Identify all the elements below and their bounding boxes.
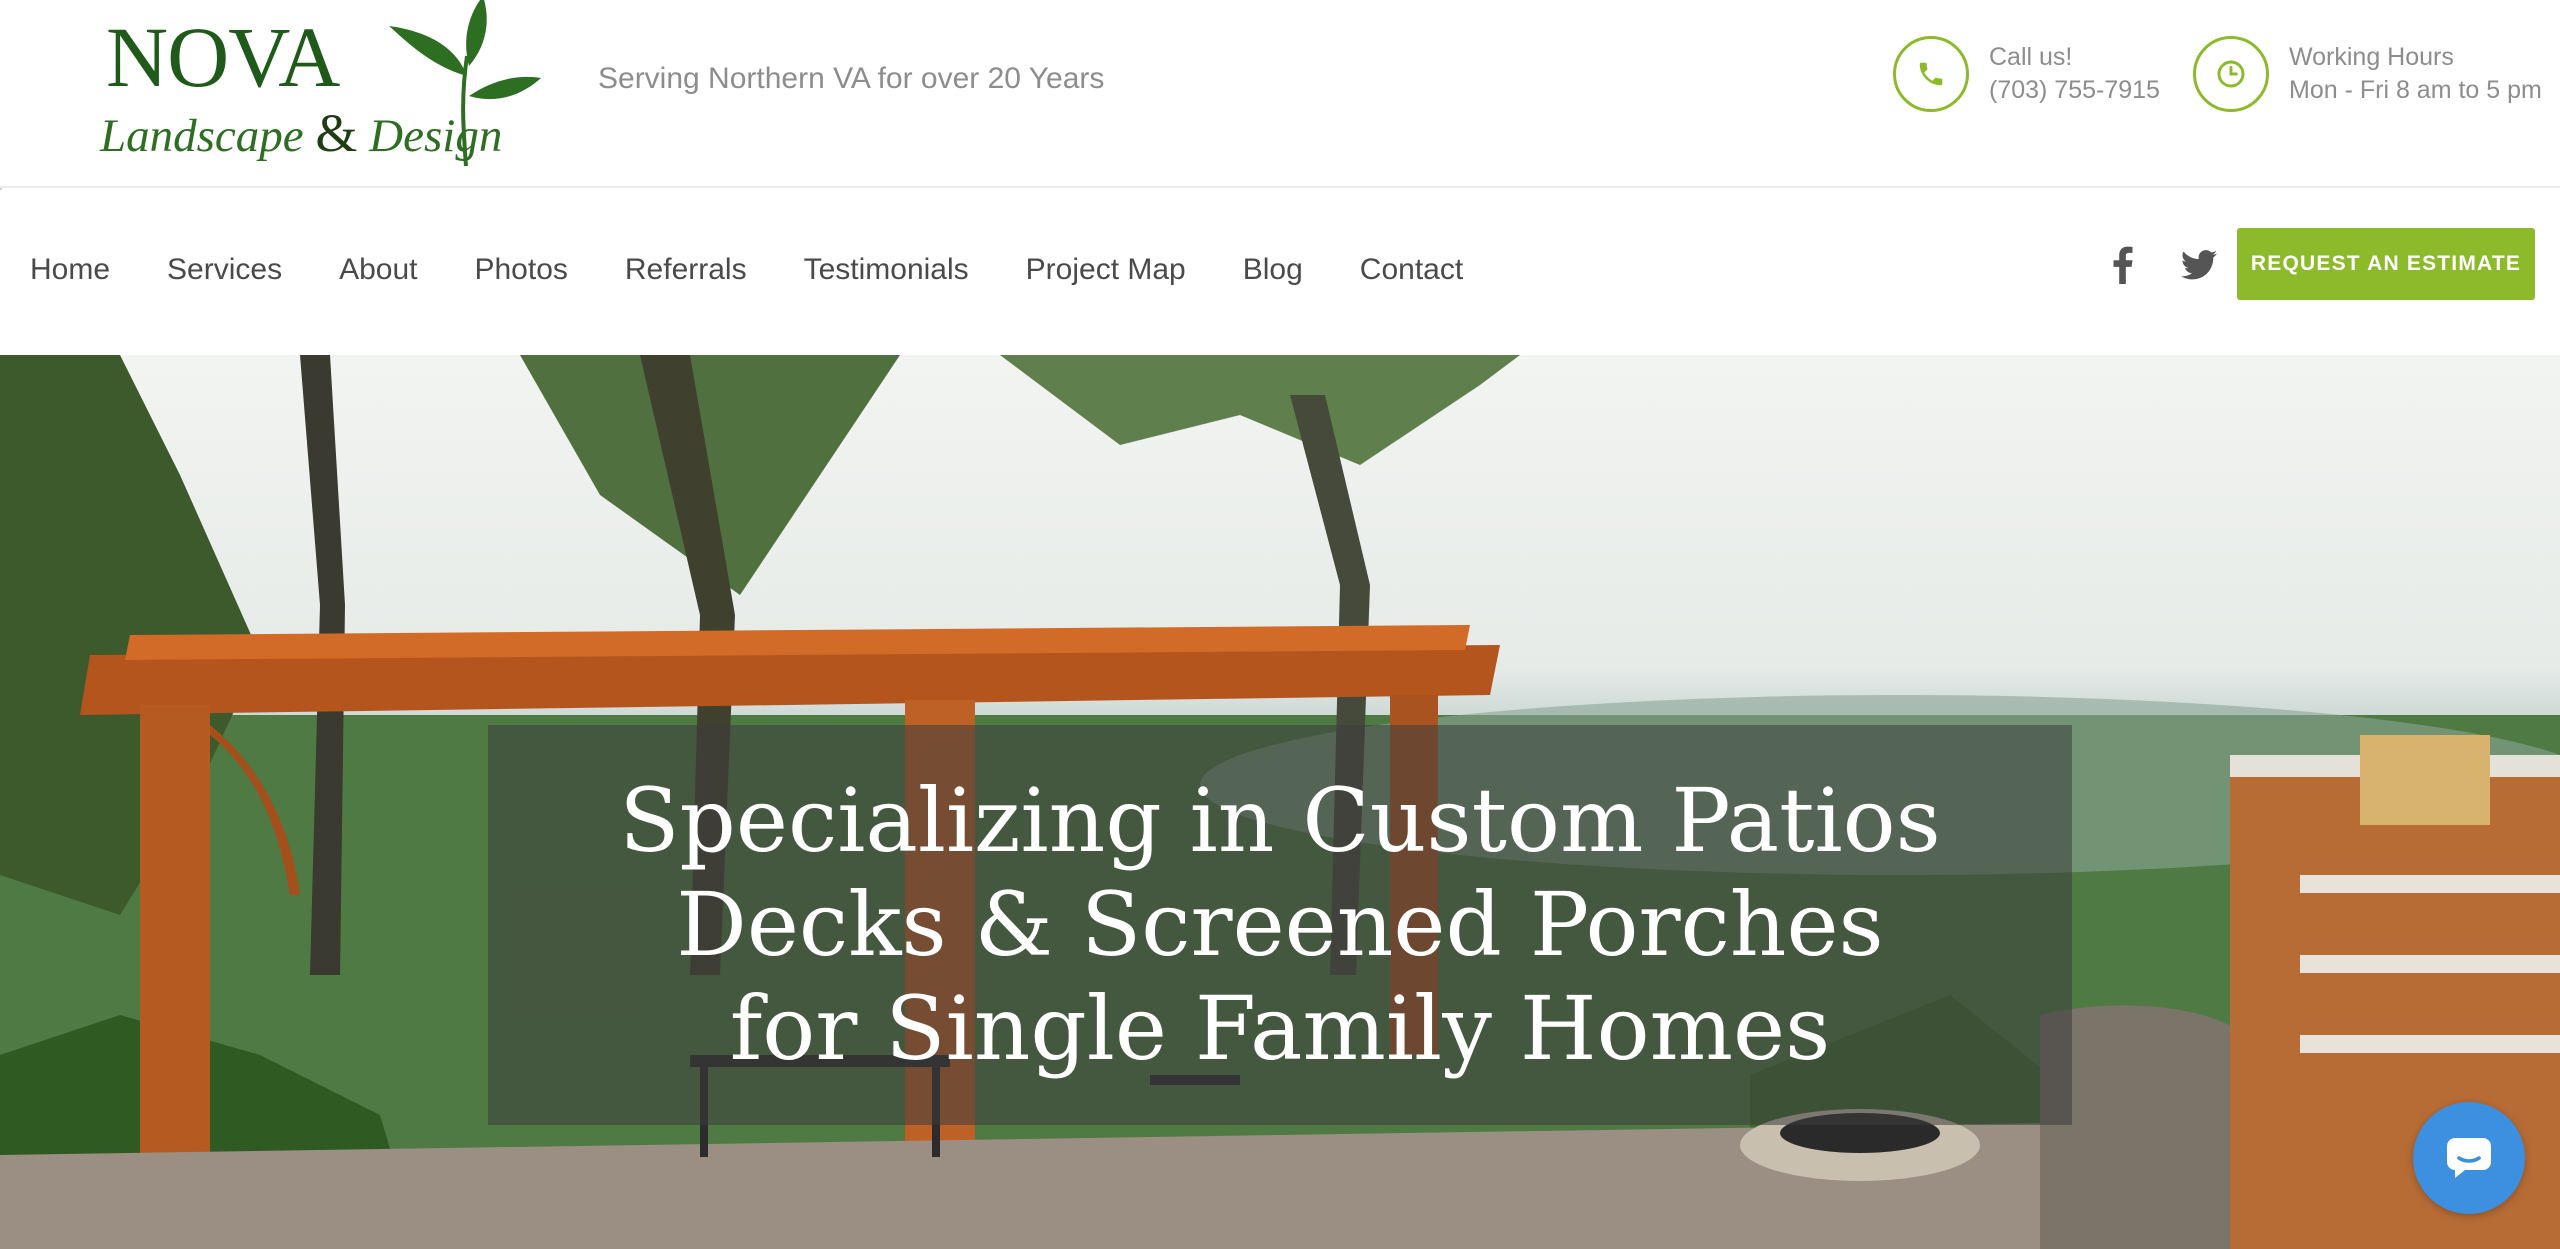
hours-info: Working Hours Mon - Fri 8 am to 5 pm: [2193, 36, 2542, 112]
logo-ampersand: &: [315, 103, 358, 163]
hero-caption-line-3: for Single Family Homes: [729, 977, 1831, 1080]
logo-subtitle-part1: Landscape: [100, 110, 316, 162]
main-nav: Home Services About Photos Referrals Tes…: [0, 190, 2560, 355]
hero-caption: Specializing in Custom Patios Decks & Sc…: [488, 725, 2072, 1125]
nav-item-about[interactable]: About: [339, 253, 417, 287]
nav-item-photos[interactable]: Photos: [474, 253, 567, 287]
site-header: NOVA Landscape & Design Serving Northern…: [0, 0, 2560, 188]
logo-subtitle: Landscape & Design: [100, 106, 502, 160]
twitter-icon[interactable]: [2176, 242, 2222, 288]
logo-wordmark: NOVA: [106, 9, 340, 105]
chat-bubble-icon: [2447, 1138, 2491, 1178]
site-tagline: Serving Northern VA for over 20 Years: [598, 62, 1105, 95]
hours-text: Working Hours Mon - Fri 8 am to 5 pm: [2289, 41, 2542, 107]
facebook-icon[interactable]: [2100, 242, 2146, 288]
hours-label: Working Hours: [2289, 43, 2454, 71]
nav-item-contact[interactable]: Contact: [1360, 253, 1463, 287]
nav-item-services[interactable]: Services: [167, 253, 282, 287]
nav-item-blog[interactable]: Blog: [1243, 253, 1303, 287]
nav-links: Home Services About Photos Referrals Tes…: [30, 190, 1520, 350]
call-label: Call us!: [1989, 43, 2073, 71]
nav-item-referrals[interactable]: Referrals: [625, 253, 747, 287]
hero-caption-line-2: Decks & Screened Porches: [676, 873, 1884, 976]
hero-banner: Specializing in Custom Patios Decks & Sc…: [0, 355, 2560, 1249]
chat-launcher-button[interactable]: [2413, 1102, 2525, 1214]
phone-number[interactable]: (703) 755-7915: [1989, 74, 2160, 107]
clock-icon: [2193, 36, 2269, 112]
hours-value: Mon - Fri 8 am to 5 pm: [2289, 76, 2542, 104]
site-logo[interactable]: NOVA Landscape & Design: [96, 0, 546, 175]
logo-subtitle-part2: Design: [357, 110, 503, 162]
call-text: Call us! (703) 755-7915: [1989, 41, 2160, 107]
hero-caption-line-1: Specializing in Custom Patios: [619, 769, 1941, 872]
nav-item-testimonials[interactable]: Testimonials: [804, 253, 969, 287]
nav-item-project-map[interactable]: Project Map: [1026, 253, 1186, 287]
call-info[interactable]: Call us! (703) 755-7915: [1893, 36, 2160, 112]
phone-icon: [1893, 36, 1969, 112]
nav-item-home[interactable]: Home: [30, 253, 110, 287]
request-estimate-button[interactable]: REQUEST AN ESTIMATE: [2237, 228, 2535, 300]
